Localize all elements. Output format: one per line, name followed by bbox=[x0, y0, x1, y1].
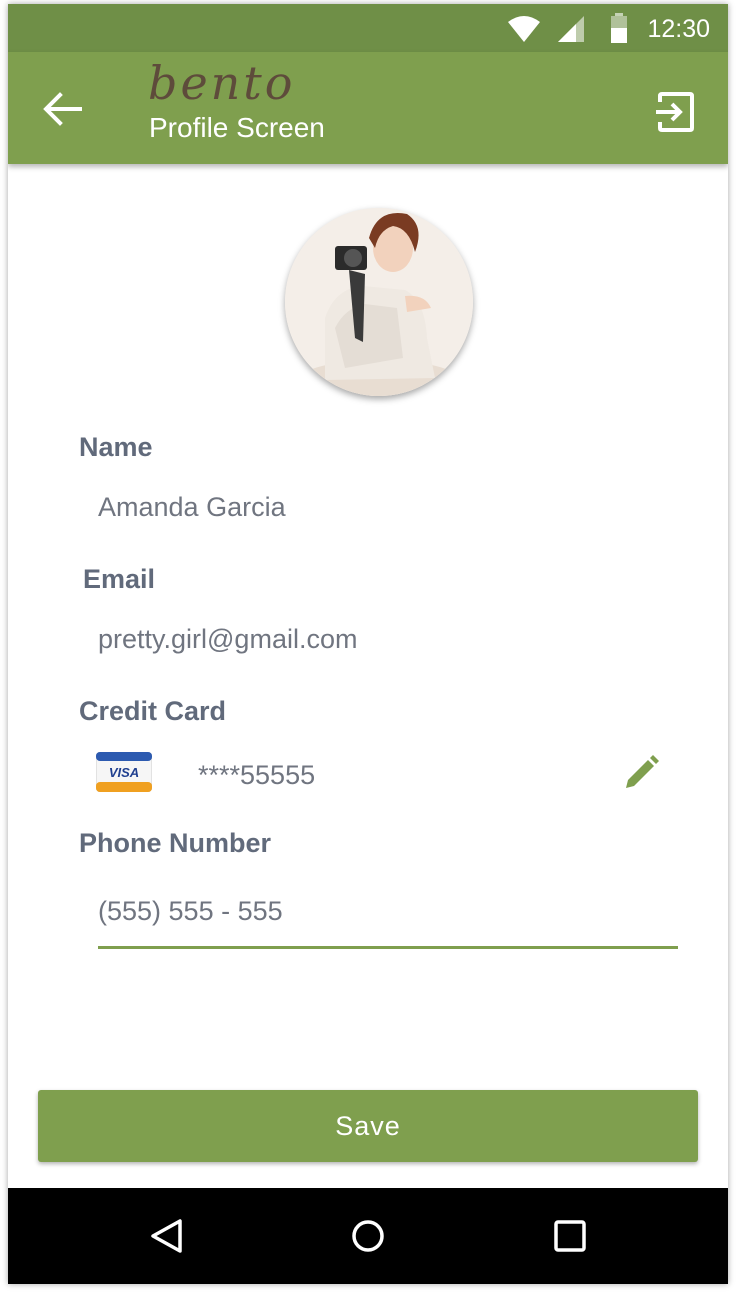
visa-brand-text: VISA bbox=[109, 765, 139, 780]
email-label: Email bbox=[83, 564, 156, 594]
arrow-back-icon[interactable] bbox=[42, 92, 82, 126]
email-value[interactable]: pretty.girl@gmail.com bbox=[98, 624, 357, 655]
status-time: 12:30 bbox=[647, 15, 710, 43]
card-number: ****55555 bbox=[198, 760, 316, 790]
pencil-icon[interactable] bbox=[622, 754, 660, 792]
wifi-icon bbox=[508, 16, 540, 42]
phone-label: Phone Number bbox=[79, 828, 272, 858]
nav-recents-icon[interactable] bbox=[552, 1218, 588, 1254]
navigation-bar bbox=[8, 1188, 728, 1284]
nav-home-icon[interactable] bbox=[350, 1218, 386, 1254]
avatar[interactable] bbox=[285, 208, 473, 396]
visa-card-icon: VISA bbox=[96, 752, 152, 792]
app-bar: bento Profile Screen bbox=[8, 52, 728, 164]
name-label: Name bbox=[79, 432, 153, 462]
brand-logo: bento bbox=[148, 56, 296, 110]
name-value[interactable]: Amanda Garcia bbox=[98, 492, 286, 523]
battery-icon bbox=[611, 13, 627, 43]
page-title: Profile Screen bbox=[149, 112, 325, 143]
profile-photo bbox=[285, 208, 473, 396]
exit-to-app-icon[interactable] bbox=[654, 90, 698, 134]
cell-signal-icon bbox=[558, 16, 584, 42]
credit-card-label: Credit Card bbox=[79, 696, 227, 726]
nav-back-icon[interactable] bbox=[148, 1218, 184, 1254]
save-button[interactable]: Save bbox=[38, 1090, 698, 1162]
phone-screen: 12:30 bento Profile Screen Name Amanda G bbox=[8, 4, 728, 1284]
status-bar: 12:30 bbox=[8, 4, 728, 52]
phone-input[interactable] bbox=[98, 882, 678, 949]
